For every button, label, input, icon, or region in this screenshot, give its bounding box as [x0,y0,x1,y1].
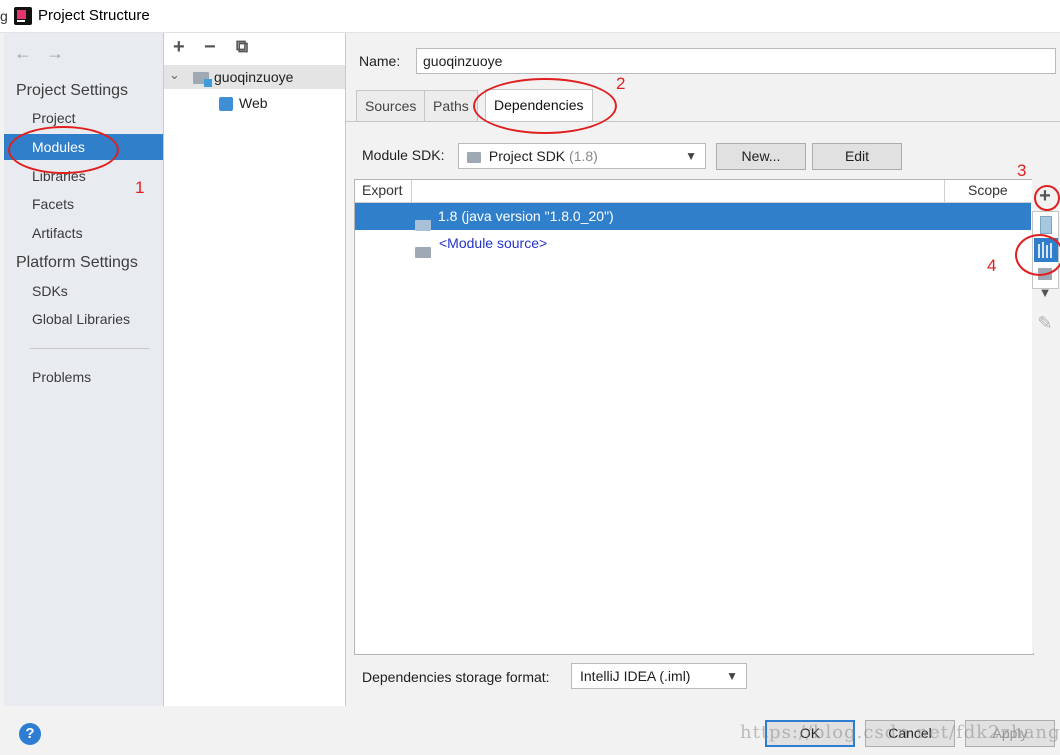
module-name-input[interactable]: guoqinzuoye [416,48,1056,74]
annotation-number-1: 1 [135,178,145,197]
column-separator [944,180,945,202]
annotation-circle-add [1034,185,1060,211]
sdk-folder-icon [467,151,481,163]
chevron-down-icon: ▼ [685,149,697,163]
name-label: Name: [359,53,401,69]
back-arrow-icon[interactable]: ← [14,43,32,64]
section-platform-settings: Platform Settings [16,254,138,271]
chevron-down-icon: ▼ [726,669,738,683]
facet-name: Web [239,95,268,111]
title-bar: g Project Structure [0,0,1060,33]
module-source-label: <Module source> [439,235,548,251]
section-project-settings: Project Settings [16,82,129,99]
nav-item-artifacts[interactable]: Artifacts [4,220,163,246]
remove-module-icon[interactable]: − [204,36,216,59]
module-sdk-select[interactable]: Project SDK (1.8) ▼ [458,143,706,169]
window-title: Project Structure [38,7,150,24]
sdk-version: (1.8) [569,148,598,164]
column-scope[interactable]: Scope [968,182,1008,198]
table-header: Export Scope [355,180,1033,203]
dependencies-table: Export Scope 1.8 (java version "1.8.0_20… [354,179,1034,655]
column-export[interactable]: Export [362,182,402,198]
annotation-number-4: 4 [987,256,997,275]
module-tree-panel: + − ⧉ ⌄ guoqinzuoye Web [164,33,346,706]
new-sdk-button[interactable]: New... [716,143,806,170]
module-name: guoqinzuoye [214,69,294,85]
edge-glyph: g [0,8,8,24]
dependency-row-module-source[interactable]: <Module source> [355,230,1031,258]
tree-item-module[interactable]: ⌄ guoqinzuoye [164,65,345,89]
nav-item-problems[interactable]: Problems [4,364,163,390]
jdk-dependency-label: 1.8 (java version "1.8.0_20") [438,208,614,224]
tab-paths[interactable]: Paths [424,90,478,121]
module-config-panel: Name: guoqinzuoye Sources Paths Dependen… [346,33,1060,706]
annotation-ellipse-dependencies [473,78,617,134]
annotation-ellipse-library [1015,234,1060,276]
sdk-value: Project SDK [488,148,566,164]
annotation-number-2: 2 [616,74,626,93]
edit-sdk-button[interactable]: Edit [812,143,902,170]
nav-item-sdks[interactable]: SDKs [4,278,163,304]
edit-dependency-icon[interactable]: ✎ [1035,313,1055,333]
web-facet-icon [219,97,233,111]
move-down-icon[interactable]: ▼ [1035,283,1055,303]
expand-chevron-icon[interactable]: ⌄ [169,63,180,87]
nav-separator [30,348,150,349]
source-folder-icon [415,246,431,258]
storage-format-value: IntelliJ IDEA (.iml) [580,668,691,684]
help-icon[interactable]: ? [19,723,41,745]
intellij-logo-icon [14,7,32,25]
tree-item-web[interactable]: Web [164,91,345,115]
dependency-row-jdk[interactable]: 1.8 (java version "1.8.0_20") [355,203,1031,231]
add-module-icon[interactable]: + [173,36,185,59]
annotation-ellipse-modules [8,126,119,174]
storage-format-select[interactable]: IntelliJ IDEA (.iml) ▼ [571,663,747,689]
module-sdk-label: Module SDK: [362,147,445,163]
watermark-text: https://blog.csdn.net/fdk2zhang [740,722,1060,743]
annotation-number-3: 3 [1017,161,1027,180]
module-folder-icon [193,72,212,88]
storage-format-label: Dependencies storage format: [362,669,550,685]
jar-icon[interactable] [1040,216,1052,234]
column-separator [411,180,412,202]
nav-item-global-libraries[interactable]: Global Libraries [4,306,163,332]
tab-sources[interactable]: Sources [356,90,426,121]
forward-arrow-icon[interactable]: → [46,43,64,64]
copy-module-icon[interactable]: ⧉ [236,37,248,57]
